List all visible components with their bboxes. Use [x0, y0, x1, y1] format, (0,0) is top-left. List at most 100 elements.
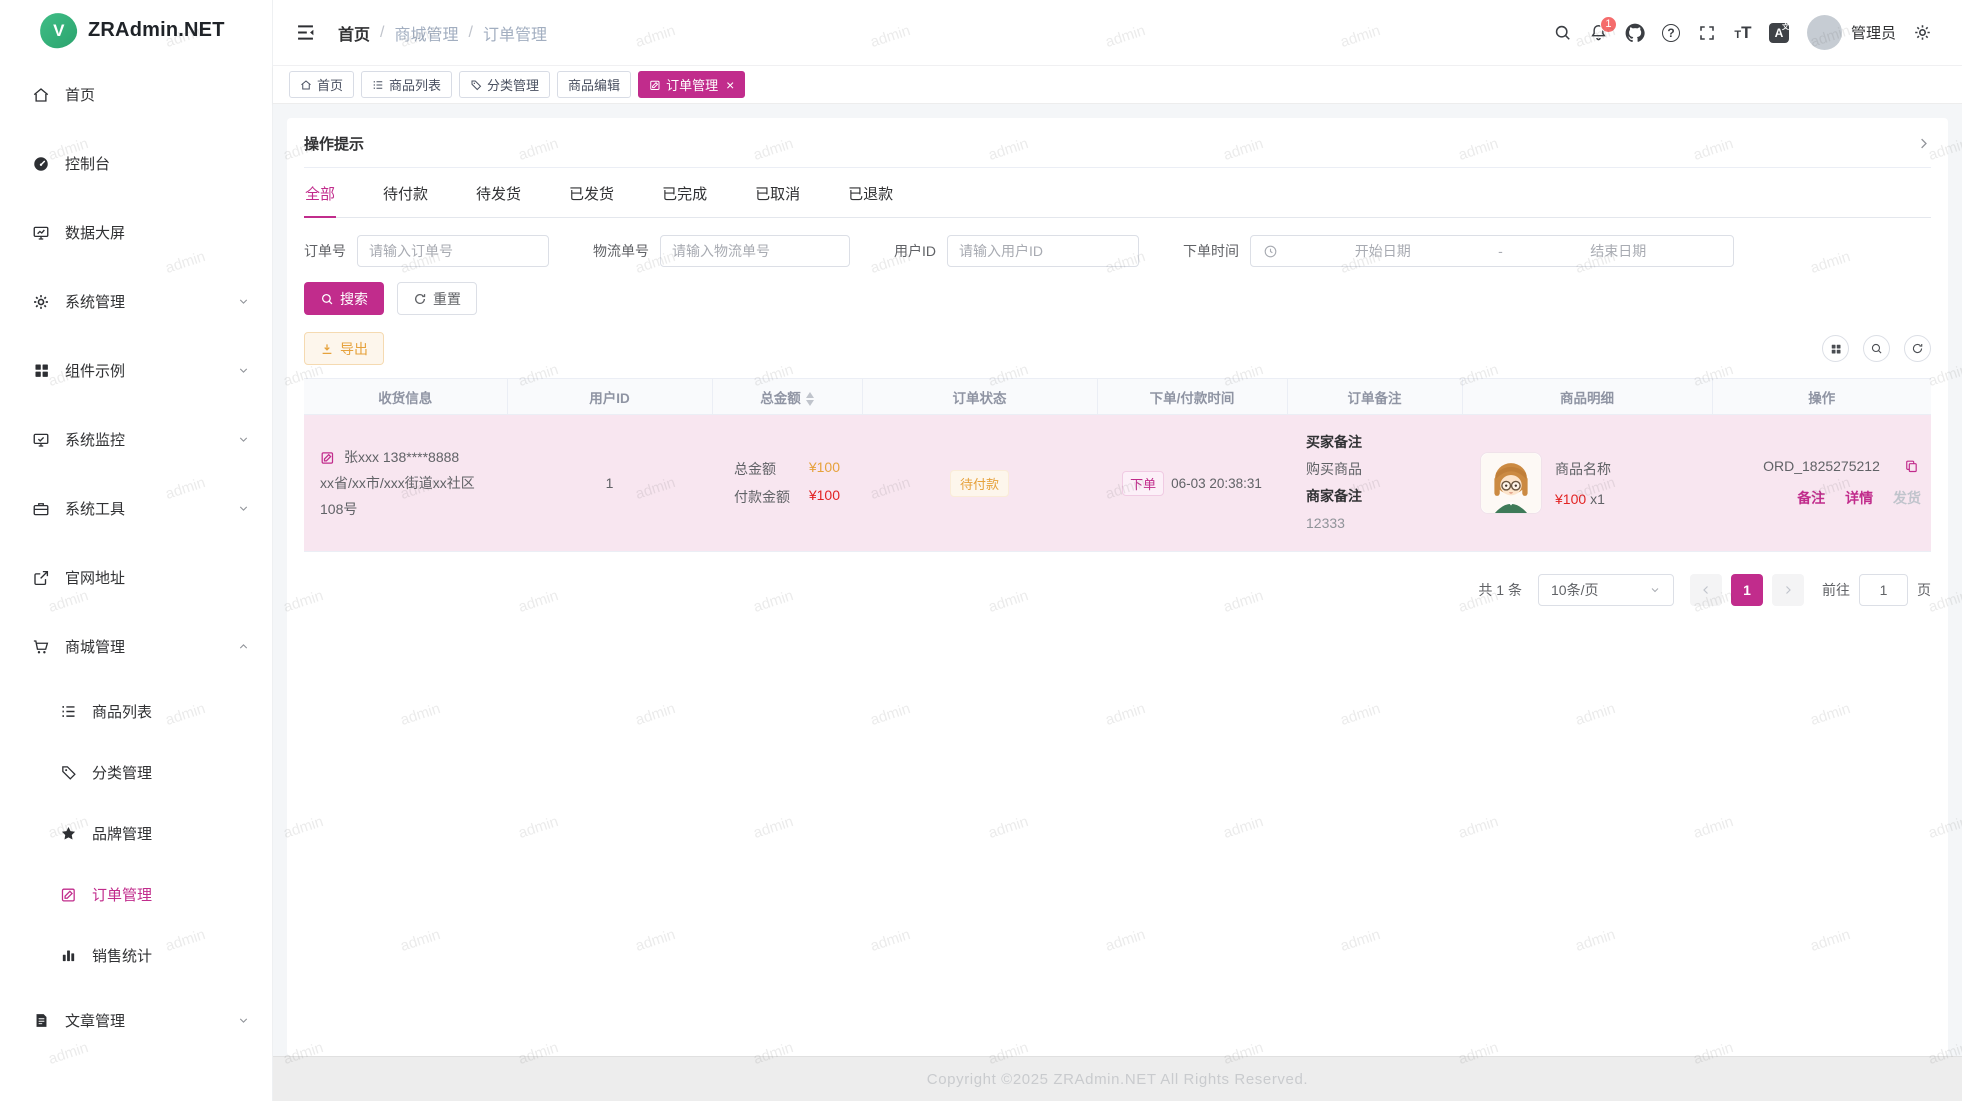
chevron-down-icon [237, 364, 250, 377]
home-icon [300, 79, 312, 91]
jump-page-input[interactable] [1859, 574, 1908, 606]
column-settings-button[interactable] [1822, 335, 1849, 362]
sidebar-item-components[interactable]: 组件示例 [0, 336, 272, 405]
tab-product-list[interactable]: 商品列表 [361, 71, 452, 98]
table-row[interactable]: 张xxx 138****8888 xx省/xx市/xxx街道xx社区 108号 … [304, 415, 1931, 552]
help-icon[interactable]: ? [1653, 15, 1689, 51]
form-buttons-row: 搜索 重置 [304, 282, 1931, 315]
total-amount: ¥100 [809, 459, 840, 479]
date-range-picker[interactable]: 开始日期 - 结束日期 [1250, 235, 1734, 267]
product-price: ¥100 [1555, 491, 1586, 507]
tips-panel-header[interactable]: 操作提示 [304, 120, 1931, 168]
sidebar-item-articles[interactable]: 文章管理 [0, 986, 272, 1055]
chevron-right-icon[interactable] [1916, 136, 1931, 151]
sidebar-item-mall[interactable]: 商城管理 [0, 612, 272, 681]
status-tab-shipped[interactable]: 已发货 [568, 168, 615, 217]
detail-link[interactable]: 详情 [1845, 490, 1873, 506]
grid-icon [1830, 343, 1842, 355]
sidebar-item-home[interactable]: 首页 [0, 60, 272, 129]
sidebar-item-datascreen[interactable]: 数据大屏 [0, 198, 272, 267]
sidebar-item-orders[interactable]: 订单管理 [0, 864, 272, 925]
breadcrumb-separator: / [380, 24, 384, 42]
clock-icon [1263, 244, 1278, 259]
order-no-input[interactable] [369, 243, 537, 259]
search-icon [320, 292, 334, 306]
app-title: ZRAdmin.NET [88, 19, 225, 42]
export-button[interactable]: 导出 [304, 332, 384, 365]
reset-button[interactable]: 重置 [397, 282, 477, 315]
product-image[interactable] [1480, 452, 1542, 514]
search-icon[interactable] [1545, 15, 1581, 51]
order-status-tabs: 全部 待付款 待发货 已发货 已完成 已取消 已退款 [304, 168, 1931, 218]
order-number: ORD_1825275212 [1763, 458, 1880, 474]
status-tab-completed[interactable]: 已完成 [661, 168, 708, 217]
edit-address-icon[interactable] [320, 450, 335, 465]
monitor-icon [30, 431, 52, 449]
sidebar-item-product-list[interactable]: 商品列表 [0, 681, 272, 742]
prev-page-button[interactable] [1690, 574, 1722, 606]
status-tab-refunded[interactable]: 已退款 [847, 168, 894, 217]
ship-link[interactable]: 发货 [1893, 490, 1921, 506]
username-label[interactable]: 管理员 [1851, 22, 1896, 43]
sidebar-item-sales-stats[interactable]: 销售统计 [0, 925, 272, 986]
order-time-label: 下单时间 [1183, 241, 1239, 261]
page-number-button[interactable]: 1 [1731, 574, 1763, 606]
refresh-icon [413, 292, 427, 306]
translate-icon[interactable]: A文 [1761, 15, 1797, 51]
refresh-table-button[interactable] [1904, 335, 1931, 362]
download-icon [320, 342, 334, 356]
toggle-search-button[interactable] [1863, 335, 1890, 362]
time-cell: 下单 06-03 20:38:31 [1097, 415, 1287, 552]
tab-category[interactable]: 分类管理 [459, 71, 550, 98]
end-date-placeholder[interactable]: 结束日期 [1516, 241, 1722, 261]
sidebar-submenu-mall: 商品列表 分类管理 品牌管理 订单管理 销售统计 [0, 681, 272, 986]
sort-carets-icon[interactable] [806, 392, 814, 406]
breadcrumb-mall[interactable]: 商城管理 [394, 21, 458, 45]
orders-table: 收货信息 用户ID 总金额 订单状态 下单/付款时间 订单备注 商品明细 操作 [304, 378, 1931, 552]
tab-order-management[interactable]: 订单管理 × [638, 71, 745, 98]
sidebar-item-label: 文章管理 [65, 1010, 125, 1031]
sidebar-item-label: 系统管理 [65, 291, 125, 312]
start-date-placeholder[interactable]: 开始日期 [1280, 241, 1486, 261]
order-time-value: 06-03 20:38:31 [1171, 476, 1262, 491]
chevron-left-icon [1700, 584, 1712, 596]
app-logo[interactable]: V ZRAdmin.NET [0, 0, 272, 60]
status-tab-all[interactable]: 全部 [304, 168, 336, 217]
receiver-name: 张xxx 138****8888 [344, 444, 459, 470]
breadcrumb-home[interactable]: 首页 [338, 21, 370, 45]
sidebar-item-monitor[interactable]: 系统监控 [0, 405, 272, 474]
next-page-button[interactable] [1772, 574, 1804, 606]
page-size-select[interactable]: 10条/页 [1538, 574, 1674, 606]
chevron-down-icon [237, 502, 250, 515]
copyright-text: Copyright ©2025 ZRAdmin.NET All Rights R… [927, 1071, 1308, 1088]
chevron-down-icon [1649, 584, 1661, 596]
tag-icon [470, 79, 482, 91]
status-tab-cancelled[interactable]: 已取消 [754, 168, 801, 217]
font-size-icon[interactable]: TT [1725, 15, 1761, 51]
col-amount[interactable]: 总金额 [712, 379, 862, 415]
menu-fold-icon[interactable] [295, 22, 316, 43]
search-button[interactable]: 搜索 [304, 282, 384, 315]
sidebar-item-category[interactable]: 分类管理 [0, 742, 272, 803]
user-id-input[interactable] [959, 243, 1127, 259]
fullscreen-icon[interactable] [1689, 15, 1725, 51]
copy-icon[interactable] [1904, 459, 1919, 474]
sidebar-item-brand[interactable]: 品牌管理 [0, 803, 272, 864]
status-tab-to-ship[interactable]: 待发货 [475, 168, 522, 217]
user-avatar[interactable] [1807, 15, 1842, 50]
remark-link[interactable]: 备注 [1797, 490, 1825, 506]
notification-bell-icon[interactable]: 1 [1581, 15, 1617, 51]
status-tab-unpaid[interactable]: 待付款 [382, 168, 429, 217]
sidebar-item-console[interactable]: 控制台 [0, 129, 272, 198]
sidebar-item-label: 系统工具 [65, 498, 125, 519]
logistics-no-input[interactable] [672, 243, 838, 259]
sidebar-item-label: 首页 [65, 84, 95, 105]
tab-product-edit[interactable]: 商品编辑 [557, 71, 631, 98]
sidebar-item-tools[interactable]: 系统工具 [0, 474, 272, 543]
github-icon[interactable] [1617, 15, 1653, 51]
settings-gear-icon[interactable] [1904, 15, 1940, 51]
sidebar-item-system[interactable]: 系统管理 [0, 267, 272, 336]
tab-home[interactable]: 首页 [289, 71, 354, 98]
sidebar-item-website[interactable]: 官网地址 [0, 543, 272, 612]
close-icon[interactable]: × [726, 78, 734, 92]
